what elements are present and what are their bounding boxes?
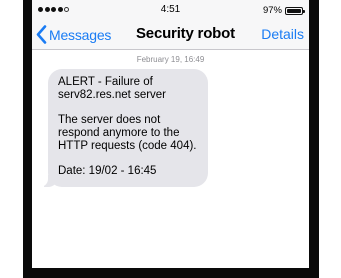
navigation-bar: Messages Security robot Details <box>32 20 309 50</box>
battery-icon <box>285 6 305 15</box>
message-text-date: Date: 19/02 - 16:45 <box>58 165 157 177</box>
received-message-bubble[interactable]: ALERT - Failure of serv82.res.net server… <box>38 69 208 187</box>
conversation-title: Security robot <box>136 25 235 42</box>
status-bar: 4:51 97% <box>32 0 309 20</box>
back-button-label: Messages <box>49 26 112 43</box>
battery-fill <box>287 8 301 13</box>
bubble-tail <box>38 175 58 187</box>
back-button[interactable]: Messages <box>36 25 111 44</box>
message-text-alert: ALERT - Failure of serv82.res.net server <box>58 76 167 101</box>
battery-status: 97% <box>262 5 305 16</box>
battery-percent: 97% <box>262 5 282 16</box>
details-button[interactable]: Details <box>261 26 304 42</box>
page-background: 4:51 97% Messages Security robot Details <box>0 0 341 278</box>
phone-frame: 4:51 97% Messages Security robot Details <box>23 0 319 278</box>
message-timestamp: February 19, 16:49 <box>136 55 205 64</box>
message-text-body: The server does not respond anymore to t… <box>58 114 197 152</box>
chevron-left-icon <box>36 25 47 44</box>
phone-screen: 4:51 97% Messages Security robot Details <box>32 0 309 268</box>
